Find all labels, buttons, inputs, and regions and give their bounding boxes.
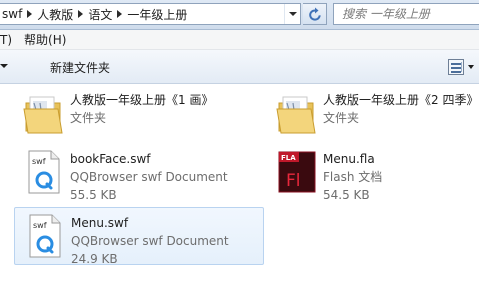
search-box[interactable] [333,3,479,25]
file-item-menu-swf[interactable]: swf Menu.swf QQBrowser swf Document 24.9… [14,207,264,266]
menu-help[interactable]: 帮助(H) [18,31,72,48]
file-item-folder-1[interactable]: 人教版一年级上册《1 画》 文件夹 [14,85,264,143]
chevron-right-icon[interactable] [24,4,35,24]
file-size: 55.5 KB [70,188,117,202]
new-folder-button[interactable]: 新建文件夹 [44,57,116,77]
file-name: 人教版一年级上册《1 画》 [70,93,214,107]
file-type: 文件夹 [323,111,360,125]
svg-text:FLA: FLA [281,154,296,162]
command-toolbar: 新建文件夹 [0,50,479,84]
file-type: QQBrowser swf Document [71,234,229,248]
menu-tools[interactable]: T) [0,33,18,47]
breadcrumb[interactable]: swf 人教版 语文 一年级上册 [0,3,301,25]
file-size: 24.9 KB [71,252,118,266]
breadcrumb-item-yuwen[interactable]: 语文 [86,4,114,24]
breadcrumb-item-renjiaoban[interactable]: 人教版 [35,4,75,24]
svg-text:swf: swf [33,221,47,230]
file-item-bookface-swf[interactable]: swf bookFace.swf QQBrowser swf Document … [14,144,264,202]
file-name: Menu.fla [323,152,375,166]
address-bar: swf 人教版 语文 一年级上册 [0,0,479,30]
file-item-menu-fla[interactable]: FLA Fl Menu.fla Flash 文档 54.5 KB [267,144,479,202]
chevron-right-icon[interactable] [114,4,125,24]
file-name: 人教版一年级上册《2 四季》 [323,93,479,107]
refresh-button[interactable] [303,3,327,25]
file-name: Menu.swf [71,216,129,230]
refresh-icon [309,7,321,21]
view-dropdown-arrow-icon[interactable] [468,65,474,69]
folder-icon [276,96,316,134]
file-item-folder-2[interactable]: 人教版一年级上册《2 四季》 文件夹 [267,85,479,143]
search-input[interactable] [342,7,472,21]
file-size: 54.5 KB [323,188,370,202]
swf-file-icon: swf [29,214,61,258]
file-type: 文件夹 [70,111,107,125]
file-type: Flash 文档 [323,170,383,184]
organize-dropdown-arrow-icon[interactable] [0,64,10,70]
address-history-dropdown[interactable] [284,4,300,24]
view-details-icon [448,59,464,75]
menu-bar: T) 帮助(H) [0,30,479,50]
breadcrumb-item-swf[interactable]: swf [0,4,24,24]
folder-icon [23,96,63,134]
svg-text:Fl: Fl [286,171,301,191]
file-type: QQBrowser swf Document [70,170,228,184]
change-view-button[interactable] [446,58,476,76]
file-name: bookFace.swf [70,152,151,166]
flash-fla-icon: FLA Fl [278,151,316,193]
svg-text:swf: swf [32,157,46,166]
breadcrumb-item-grade1-vol1[interactable]: 一年级上册 [125,4,189,24]
file-list: 人教版一年级上册《1 画》 文件夹 人教版一年级上册《2 四季》 文件夹 swf… [0,84,479,307]
swf-file-icon: swf [28,150,60,194]
chevron-right-icon[interactable] [75,4,86,24]
